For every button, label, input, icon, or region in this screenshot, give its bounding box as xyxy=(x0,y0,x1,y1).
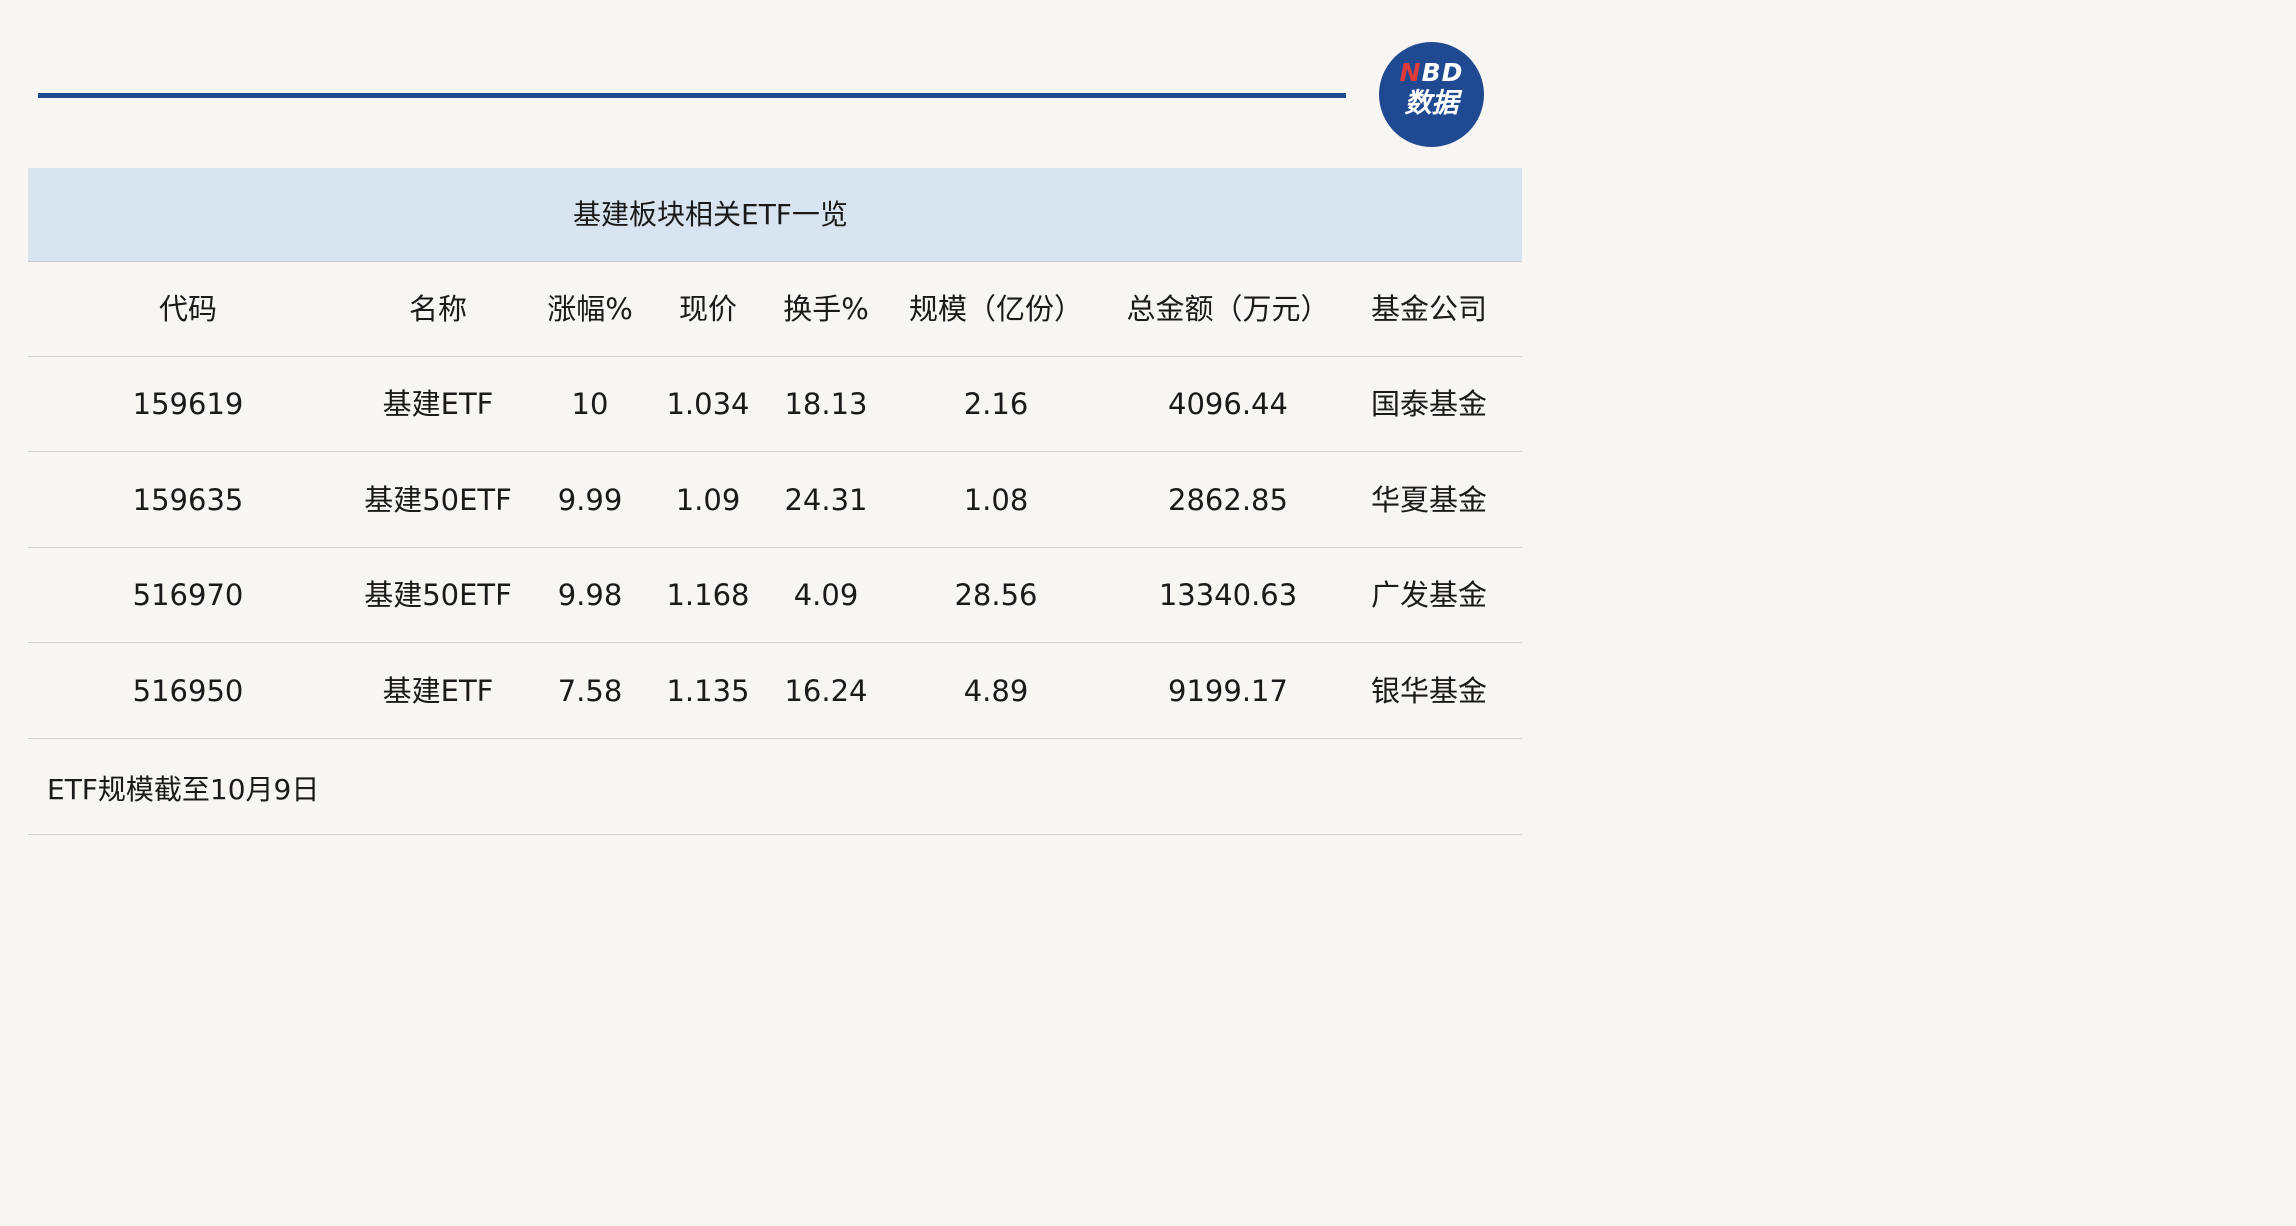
top-rule xyxy=(38,93,1346,98)
cell-turnover-pct: 16.24 xyxy=(784,674,868,708)
logo-letter-n: N xyxy=(1399,58,1422,87)
cell-total-amount: 4096.44 xyxy=(1168,387,1288,421)
cell-code: 516950 xyxy=(132,674,244,708)
column-header-scale: 规模（亿份） xyxy=(908,292,1084,326)
table-header-row: 代码 名称 涨幅% 现价 换手% 规模（亿份） 总金额（万元） 基金公司 xyxy=(28,262,1522,357)
cell-code: 159619 xyxy=(132,387,244,421)
column-header-fund-company: 基金公司 xyxy=(1370,292,1488,326)
column-header-turnover-pct: 换手% xyxy=(783,292,869,326)
cell-code: 159635 xyxy=(132,483,244,517)
cell-scale: 4.89 xyxy=(963,674,1029,708)
table-title-band: 基建板块相关ETF一览 xyxy=(28,168,1522,262)
column-header-name: 名称 xyxy=(408,292,468,326)
table-row: 159635 基建50ETF 9.99 1.09 24.31 1.08 2862.85 华夏基… xyxy=(28,453,1522,548)
cell-fund-company: 华夏基金 xyxy=(1370,483,1488,517)
cell-change-pct: 10 xyxy=(571,387,609,421)
column-header-change-pct: 涨幅% xyxy=(547,292,633,326)
cell-name: 基建ETF xyxy=(382,674,494,708)
table-row: 516950 基建ETF 7.58 1.135 16.24 4.89 9199.17 银华基金 xyxy=(28,644,1522,739)
cell-turnover-pct: 4.09 xyxy=(793,578,859,612)
cell-turnover-pct: 24.31 xyxy=(784,483,868,517)
cell-total-amount: 9199.17 xyxy=(1168,674,1288,708)
cell-price: 1.09 xyxy=(675,483,741,517)
table-row: 516970 基建50ETF 9.98 1.168 4.09 28.56 13340.63 广… xyxy=(28,548,1522,643)
bottom-rule xyxy=(28,834,1522,835)
footnote: ETF规模截至10月9日 xyxy=(47,773,320,806)
cell-name: 基建ETF xyxy=(382,387,494,421)
logo-wordmark: NBD xyxy=(1379,59,1484,87)
cell-name: 基建50ETF xyxy=(364,483,512,517)
nbd-logo: NBD 数据 xyxy=(1379,42,1484,147)
cell-change-pct: 9.98 xyxy=(557,578,623,612)
cell-name: 基建50ETF xyxy=(364,578,512,612)
cell-change-pct: 9.99 xyxy=(557,483,623,517)
cell-total-amount: 2862.85 xyxy=(1168,483,1288,517)
column-header-total-amount: 总金额（万元） xyxy=(1126,292,1330,326)
cell-fund-company: 国泰基金 xyxy=(1370,387,1488,421)
cell-change-pct: 7.58 xyxy=(557,674,623,708)
column-header-price: 现价 xyxy=(678,292,738,326)
cell-fund-company: 银华基金 xyxy=(1370,674,1488,708)
cell-scale: 1.08 xyxy=(963,483,1029,517)
cell-price: 1.034 xyxy=(666,387,750,421)
cell-price: 1.168 xyxy=(666,578,750,612)
column-header-code: 代码 xyxy=(158,292,218,326)
cell-turnover-pct: 18.13 xyxy=(784,387,868,421)
cell-price: 1.135 xyxy=(666,674,750,708)
cell-fund-company: 广发基金 xyxy=(1370,578,1488,612)
cell-scale: 2.16 xyxy=(963,387,1029,421)
table-row: 159619 基建ETF 10 1.034 18.13 2.16 4096.44 国泰基金 xyxy=(28,357,1522,452)
table-title: 基建板块相关ETF一览 xyxy=(573,198,848,231)
cell-scale: 28.56 xyxy=(954,578,1038,612)
cell-total-amount: 13340.63 xyxy=(1158,578,1298,612)
logo-letters-bd: BD xyxy=(1421,58,1464,87)
logo-subtitle: 数据 xyxy=(1404,88,1459,119)
cell-code: 516970 xyxy=(132,578,244,612)
